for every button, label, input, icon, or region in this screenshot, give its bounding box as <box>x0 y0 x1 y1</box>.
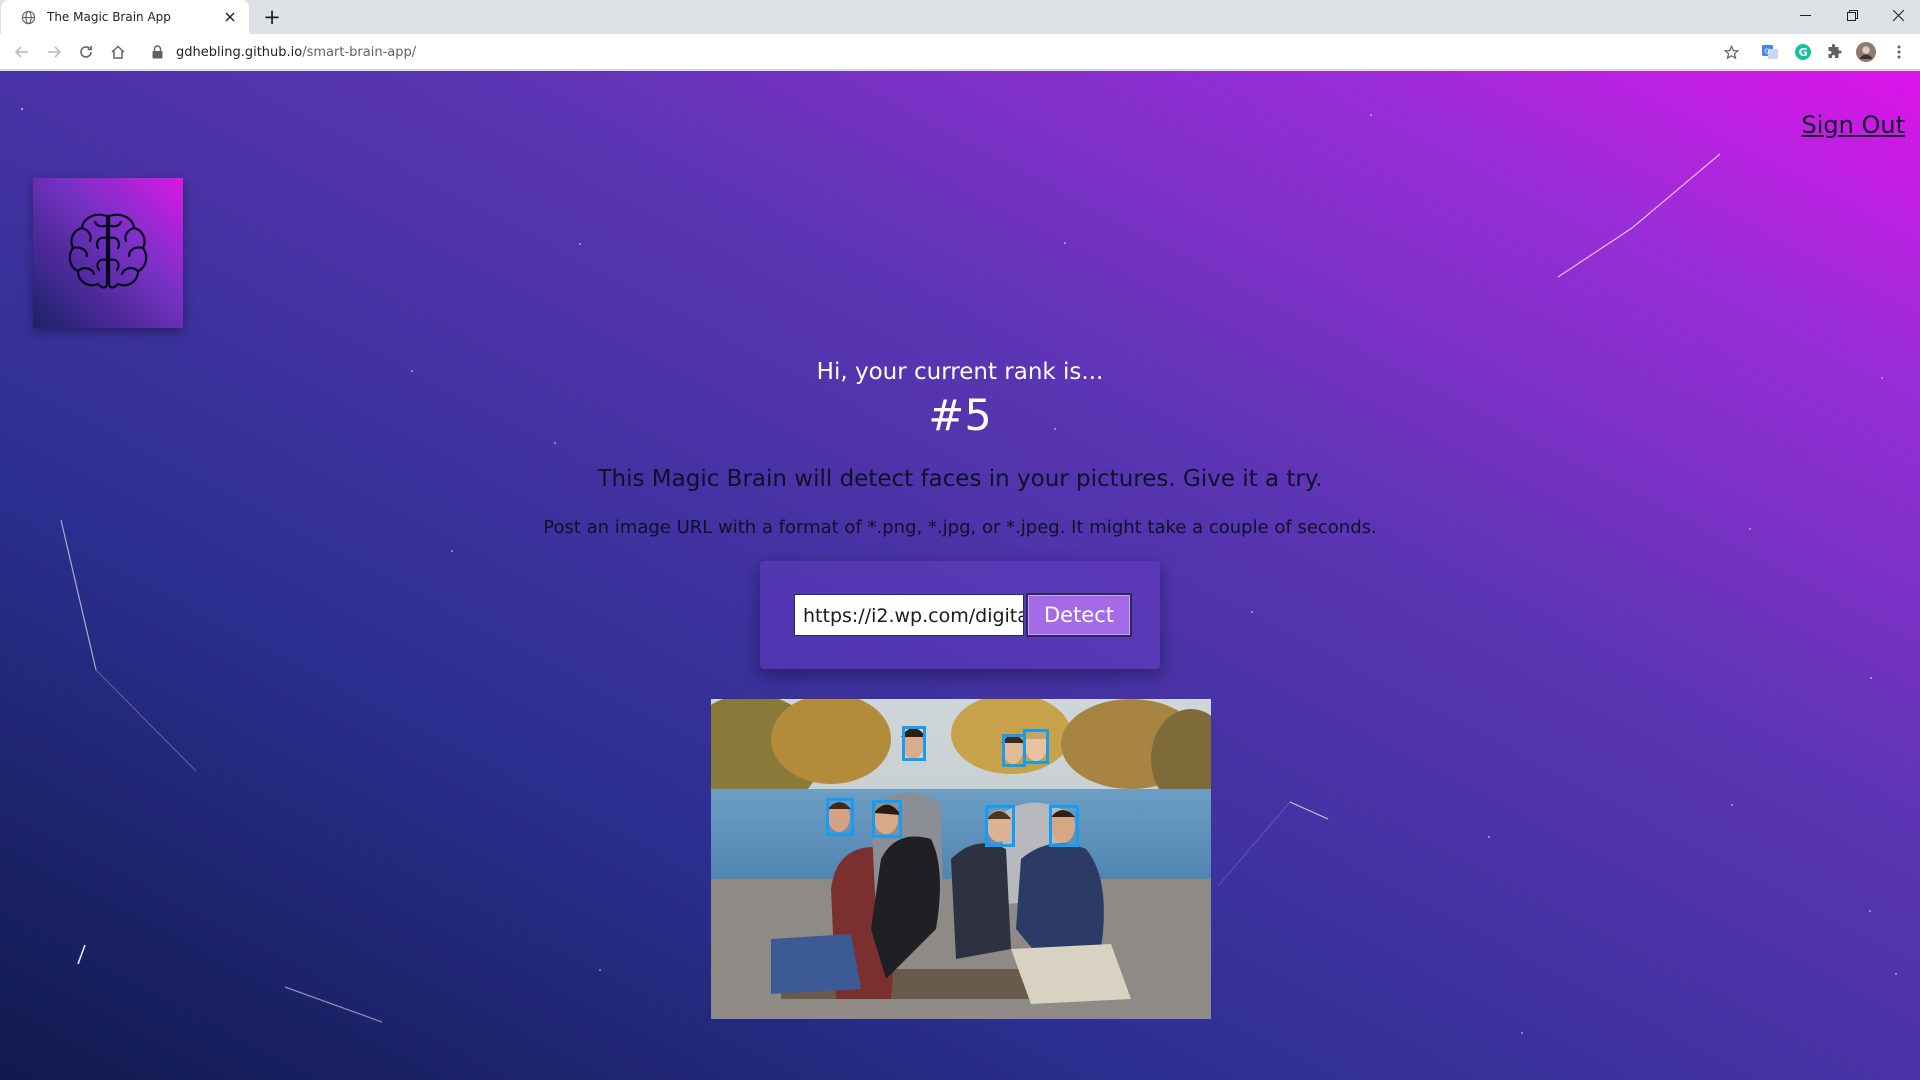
rank-title: Hi, your current rank is... <box>816 359 1104 385</box>
hint-text: Post an image URL with a format of *.png… <box>543 517 1377 538</box>
face-detection-image <box>711 699 1211 1019</box>
lock-icon <box>152 45 164 59</box>
rank-value: #5 <box>928 391 992 441</box>
menu-icon[interactable] <box>1888 41 1910 63</box>
face-box <box>1049 805 1079 847</box>
new-tab-button[interactable]: + <box>260 5 284 29</box>
window-close-icon[interactable] <box>1875 0 1920 30</box>
minimize-icon[interactable] <box>1782 0 1828 30</box>
tab-title: The Magic Brain App <box>47 10 171 24</box>
reload-icon[interactable] <box>73 39 99 65</box>
close-icon[interactable] <box>221 8 239 26</box>
profile-icon[interactable] <box>1855 41 1877 63</box>
image-url-input[interactable]: https://i2.wp.com/digital <box>794 594 1024 636</box>
url-host: gdhebling.github.io <box>176 44 303 60</box>
home-icon[interactable] <box>105 39 131 65</box>
face-box <box>1016 805 1022 811</box>
globe-icon <box>21 10 36 25</box>
forward-icon[interactable] <box>41 39 67 65</box>
browser-toolbar: gdhebling.github.io/smart-brain-app/ G G <box>0 34 1920 70</box>
url-path: /smart-brain-app/ <box>302 44 417 60</box>
intro-text: This Magic Brain will detect faces in yo… <box>597 466 1323 492</box>
brain-icon <box>65 208 151 298</box>
url-text: gdhebling.github.io/smart-brain-app/ <box>176 45 416 60</box>
svg-text:G: G <box>1764 48 1769 56</box>
back-icon[interactable] <box>9 39 35 65</box>
browser-tab-bar: The Magic Brain App + <box>0 0 1920 34</box>
face-box <box>872 800 902 838</box>
translate-icon[interactable]: G <box>1759 41 1781 63</box>
face-box <box>902 726 926 761</box>
star-icon[interactable] <box>1718 39 1744 65</box>
face-box <box>1023 729 1049 764</box>
image-link-form: https://i2.wp.com/digital Detect <box>760 561 1160 669</box>
browser-tab[interactable]: The Magic Brain App <box>1 0 249 34</box>
grammarly-icon[interactable]: G <box>1792 41 1814 63</box>
face-box <box>826 798 854 836</box>
brain-logo <box>33 178 183 328</box>
svg-text:G: G <box>1799 46 1808 59</box>
face-box <box>985 805 1015 847</box>
app-page: Sign Out Hi, your current rank is... #5 … <box>0 71 1920 1080</box>
address-bar[interactable]: gdhebling.github.io/smart-brain-app/ <box>138 37 1768 67</box>
detect-button[interactable]: Detect <box>1026 593 1132 637</box>
restore-icon[interactable] <box>1829 0 1875 30</box>
extensions-icon[interactable] <box>1823 41 1845 63</box>
group-photo <box>711 699 1211 1019</box>
sign-out-link[interactable]: Sign Out <box>1802 111 1906 139</box>
